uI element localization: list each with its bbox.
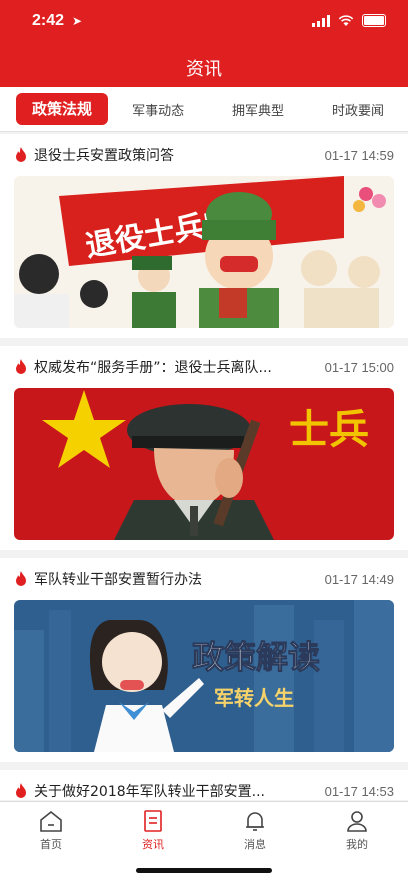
location-arrow-icon: ➤ — [72, 14, 83, 28]
news-thumbnail[interactable]: 政策解读 军转人生 — [14, 600, 394, 752]
tabbar-profile-label: 我的 — [346, 838, 368, 851]
fire-icon — [16, 359, 26, 374]
news-thumbnail[interactable]: 退役士兵安置 — [14, 176, 394, 328]
signal-icon — [312, 14, 330, 27]
news-title: 权威发布“服务手册”：退役士兵离队... — [34, 360, 272, 376]
home-icon — [40, 810, 62, 832]
category-tabs: 政策法规 军事动态 拥军典型 时政要闻 — [0, 87, 408, 132]
fire-icon — [16, 571, 26, 586]
bell-icon — [246, 812, 264, 831]
app-header: 2:42 ➤ 资讯 — [0, 0, 408, 87]
fire-icon — [16, 147, 26, 162]
news-item[interactable]: 权威发布“服务手册”：退役士兵离队... 01-17 15:00 士兵 — [0, 346, 408, 550]
news-title: 关于做好2018年军队转业干部安置... — [34, 784, 265, 800]
tabbar-messages-label: 消息 — [244, 838, 266, 851]
user-icon — [347, 811, 367, 832]
news-icon — [144, 810, 162, 832]
tab-current-affairs[interactable]: 时政要闻 — [308, 100, 408, 119]
fire-icon — [16, 783, 26, 798]
news-date: 01-17 14:53 — [324, 783, 394, 799]
battery-icon — [362, 14, 386, 27]
news-item[interactable]: 关于做好2018年军队转业干部安置... 01-17 14:53 — [0, 770, 408, 800]
news-thumbnail[interactable]: 士兵 — [14, 388, 394, 540]
wifi-icon — [338, 14, 354, 26]
tabbar-messages[interactable]: 消息 — [220, 810, 290, 852]
news-title: 军队转业干部安置暂行办法 — [34, 572, 202, 588]
tabbar-news-label: 资讯 — [142, 838, 164, 851]
tabbar-profile[interactable]: 我的 — [322, 810, 392, 852]
news-feed[interactable]: 退役士兵安置政策问答 01-17 14:59 退役士兵安置 权威发布“服务手册”… — [0, 132, 408, 800]
banner3-title-text: 政策解读 — [192, 638, 320, 676]
banner3-sub-text: 军转人生 — [214, 686, 294, 710]
banner2-text: 士兵 — [289, 407, 369, 453]
tab-military-news[interactable]: 军事动态 — [108, 100, 208, 119]
news-item[interactable]: 退役士兵安置政策问答 01-17 14:59 退役士兵安置 — [0, 134, 408, 338]
tab-support-models[interactable]: 拥军典型 — [208, 100, 308, 119]
news-date: 01-17 15:00 — [324, 359, 394, 375]
news-date: 01-17 14:59 — [324, 147, 394, 163]
news-title: 退役士兵安置政策问答 — [34, 148, 174, 164]
tabbar-home-label: 首页 — [40, 838, 62, 851]
news-item[interactable]: 军队转业干部安置暂行办法 01-17 14:49 政策解读 军转人生 — [0, 558, 408, 762]
tabbar-home[interactable]: 首页 — [16, 810, 86, 852]
tabbar-news[interactable]: 资讯 — [118, 810, 188, 852]
page-title: 资讯 — [186, 59, 222, 80]
status-time: 2:42 — [32, 12, 65, 29]
tab-policy[interactable]: 政策法规 — [16, 93, 109, 125]
home-indicator — [136, 868, 272, 873]
news-date: 01-17 14:49 — [324, 571, 394, 587]
status-bar: 2:42 ➤ — [0, 12, 408, 34]
